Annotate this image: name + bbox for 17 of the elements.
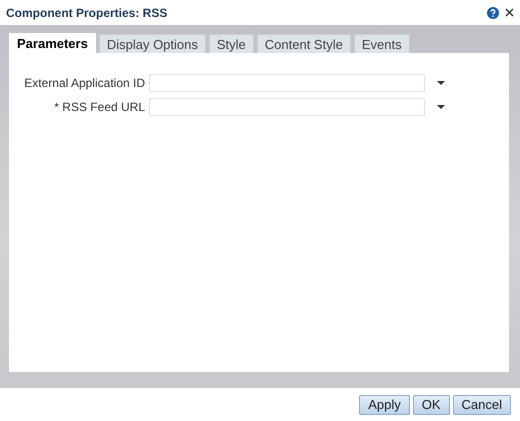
dropdown-caret-icon[interactable] [437, 81, 445, 85]
dropdown-caret-icon[interactable] [437, 105, 445, 109]
field-label: External Application ID [23, 76, 146, 90]
tab[interactable]: Events [354, 34, 410, 53]
close-icon[interactable] [505, 8, 514, 17]
tab[interactable]: Display Options [98, 34, 206, 53]
tab[interactable]: Parameters [9, 33, 96, 53]
field-label: * RSS Feed URL [53, 100, 146, 114]
dialog-button[interactable]: OK [412, 394, 450, 414]
dialog-button[interactable]: Apply [359, 394, 410, 414]
window-title: Component Properties: RSS [6, 6, 168, 20]
dialog-button[interactable]: Cancel [452, 394, 511, 414]
input-field[interactable] [149, 74, 425, 92]
tab[interactable]: Content Style [256, 34, 351, 53]
input-field[interactable] [149, 98, 425, 116]
help-icon[interactable] [487, 6, 499, 18]
tab[interactable]: Style [208, 34, 254, 53]
